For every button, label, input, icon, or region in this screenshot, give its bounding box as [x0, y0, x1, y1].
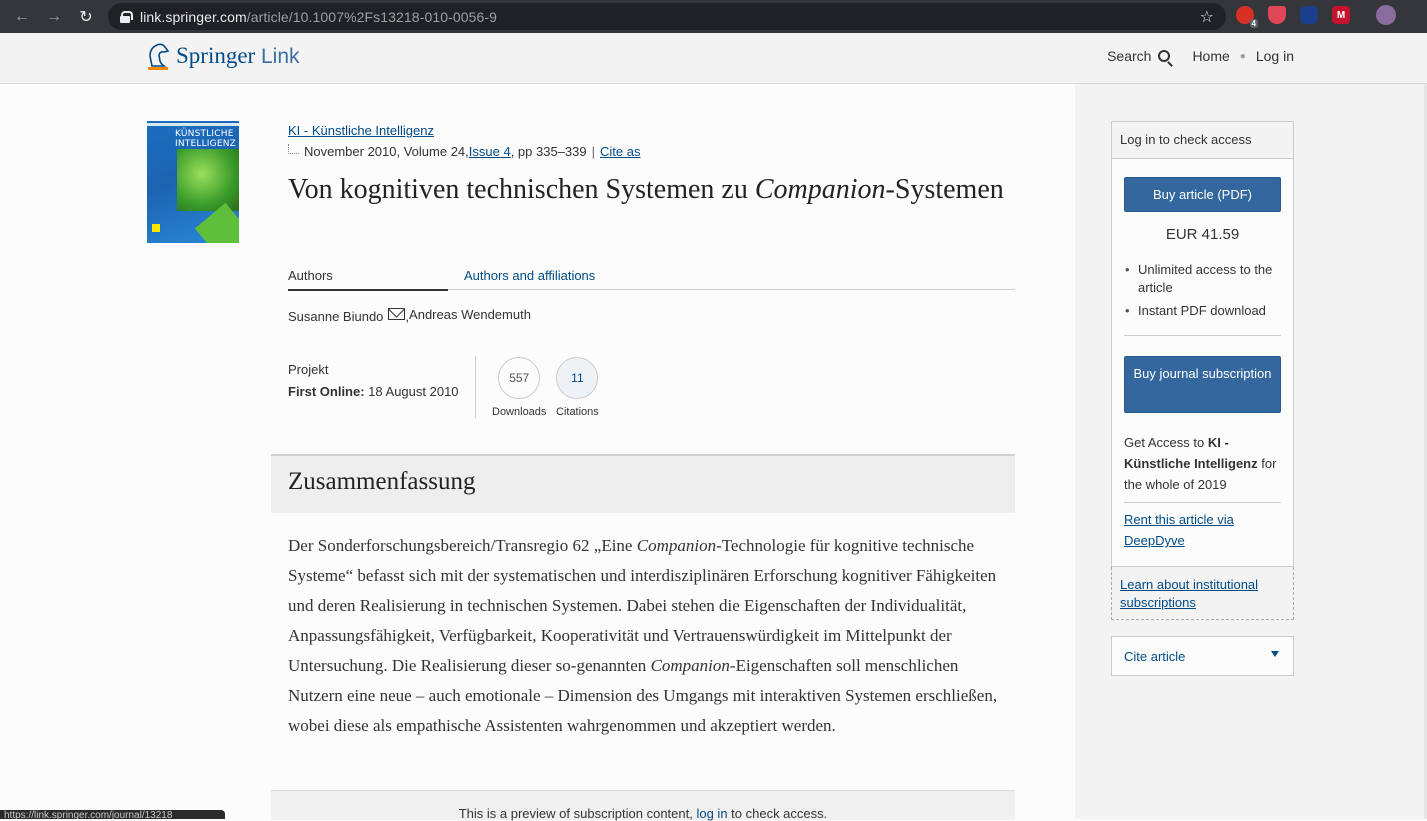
article-type: Projekt — [288, 362, 329, 377]
home-link[interactable]: Home — [1192, 48, 1229, 64]
tab-authors-affiliations[interactable]: Authors and affiliations — [464, 268, 595, 283]
forward-arrow-icon[interactable]: → — [38, 0, 70, 33]
article-title: Von kognitiven technischen Systemen zu C… — [288, 174, 1004, 205]
divider — [1124, 502, 1281, 503]
abstract-header: Zusammenfassung — [271, 454, 1015, 513]
tree-connector-icon — [288, 143, 299, 154]
preview-notice: This is a preview of subscription conten… — [271, 790, 1015, 821]
cover-band — [147, 123, 239, 126]
login-link[interactable]: Log in — [1256, 48, 1294, 64]
citations-label: Citations — [556, 406, 599, 418]
abstract-heading: Zusammenfassung — [288, 468, 476, 495]
buy-journal-subscription-button[interactable]: Buy journal subscription — [1124, 356, 1281, 413]
logo-wordmark: Springer Link — [176, 43, 300, 68]
author-name[interactable]: Susanne Biundo — [288, 309, 383, 324]
get-access-text: Get Access to KI - Künstliche Intelligen… — [1124, 435, 1277, 492]
springerlink-logo[interactable]: Springer Link — [146, 42, 300, 70]
browser-toolbar: ← → ↻ link.springer.com/article/10.1007%… — [0, 0, 1427, 33]
extension-shield-icon[interactable] — [1268, 6, 1286, 24]
search-icon — [1158, 50, 1171, 62]
downloads-label: Downloads — [492, 406, 547, 418]
cite-article-dropdown[interactable]: Cite article — [1111, 636, 1294, 676]
price: EUR 41.59 — [1165, 226, 1240, 243]
downloads-count: 557 — [498, 357, 541, 399]
extension-adblock-icon[interactable]: 4 — [1236, 6, 1258, 28]
article-meta: Projekt First Online: 18 August 2010 — [288, 359, 459, 403]
profile-avatar[interactable] — [1376, 5, 1396, 25]
url-text: link.springer.com/article/10.1007%2Fs132… — [140, 8, 498, 25]
extension-mendeley-icon[interactable]: M — [1332, 6, 1350, 24]
bibliographic-line: November 2010, Volume 24, Issue 4 , pp 3… — [288, 143, 640, 159]
springer-horse-icon — [148, 43, 170, 70]
email-icon[interactable] — [388, 308, 406, 320]
first-online: First Online: 18 August 2010 — [288, 384, 459, 399]
rent-deepdyve-link[interactable]: Rent this article via DeepDyve — [1124, 509, 1274, 551]
cover-logo-mark — [152, 224, 160, 232]
citations-count[interactable]: 11 — [556, 357, 599, 399]
author-list: Susanne Biundo , Andreas Wendemuth — [288, 307, 531, 324]
extension-badge: 4 — [1249, 19, 1258, 28]
issue-link[interactable]: Issue 4 — [469, 144, 511, 159]
site-header: Springer Link Search Home ● Log in — [0, 33, 1427, 84]
institutional-subscriptions-link[interactable]: Learn about institutional subscriptions — [1111, 567, 1294, 620]
bookmark-star-icon[interactable]: ☆ — [1200, 7, 1214, 27]
reload-icon[interactable]: ↻ — [70, 0, 102, 33]
feature-item: Instant PDF download — [1125, 302, 1288, 320]
status-bar-url: https://link.springer.com/journal/13218 — [0, 810, 225, 819]
extension-hexagon-icon[interactable] — [1300, 6, 1318, 24]
lock-icon — [120, 10, 133, 23]
cite-as-link[interactable]: Cite as — [600, 144, 640, 159]
search-button[interactable]: Search — [1107, 48, 1171, 64]
feature-list: Unlimited access to the article Instant … — [1125, 261, 1288, 325]
address-bar[interactable]: link.springer.com/article/10.1007%2Fs132… — [108, 3, 1226, 30]
tab-authors[interactable]: Authors — [288, 268, 448, 291]
pages: , pp 335–339 — [510, 144, 587, 159]
cover-title: KÜNSTLICHE INTELLIGENZ — [175, 129, 237, 149]
buy-article-button[interactable]: Buy article (PDF) — [1124, 177, 1281, 212]
back-arrow-icon[interactable]: ← — [6, 0, 38, 33]
abstract-text: Der Sonderforschungsbereich/Transregio 6… — [288, 536, 998, 735]
author-tabs: Authors Authors and affiliations — [288, 266, 1015, 291]
author-name[interactable]: Andreas Wendemuth — [409, 307, 531, 322]
cover-artwork — [177, 149, 239, 211]
journal-cover-image[interactable]: KÜNSTLICHE INTELLIGENZ — [147, 121, 239, 243]
downloads-metric: 557 Downloads — [492, 357, 546, 418]
feature-item: Unlimited access to the article — [1125, 261, 1288, 297]
meta-divider — [475, 356, 476, 418]
nav-separator: ● — [1239, 50, 1246, 62]
access-panel: Log in to check access Buy article (PDF)… — [1111, 121, 1294, 567]
pipe-separator: | — [591, 144, 595, 159]
cite-article-label: Cite article — [1124, 649, 1186, 664]
divider — [1124, 335, 1281, 336]
journal-link[interactable]: KI - Künstliche Intelligenz — [288, 123, 434, 138]
date-volume: November 2010, Volume 24, — [304, 144, 469, 159]
access-heading: Log in to check access — [1112, 122, 1293, 159]
caret-down-icon — [1271, 651, 1279, 657]
citations-metric[interactable]: 11 Citations — [556, 357, 599, 418]
header-nav: Search Home ● Log in — [1107, 48, 1294, 64]
